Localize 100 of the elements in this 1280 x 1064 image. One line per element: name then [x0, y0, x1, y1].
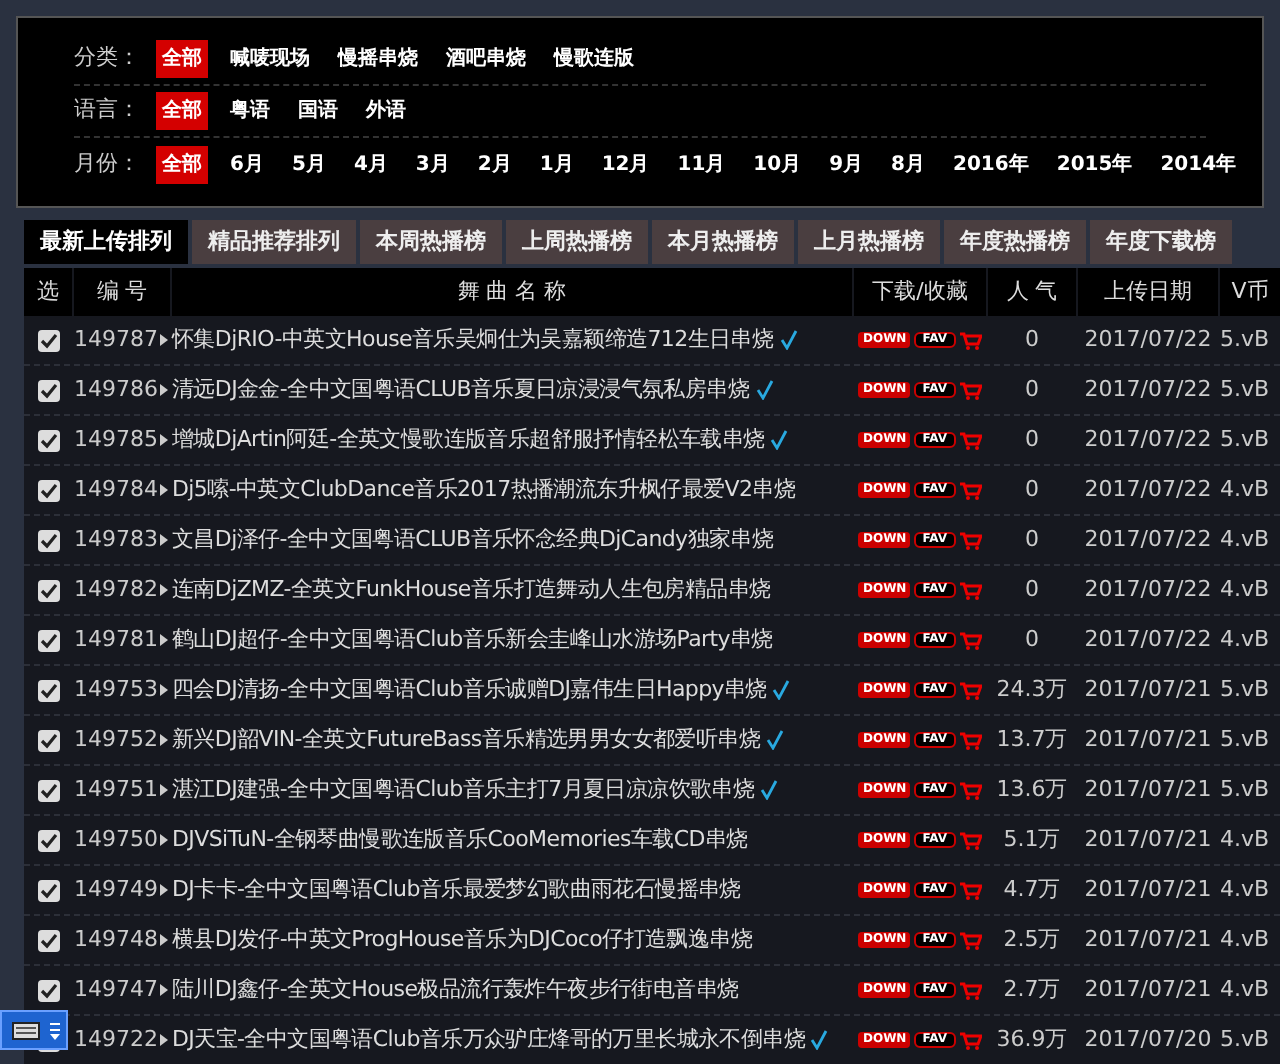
row-checkbox[interactable] [37, 979, 59, 1001]
track-title[interactable]: 新兴DJ韶VIN-全英文FutureBass音乐精选男男女女都爱听串烧 [172, 723, 760, 757]
track-title[interactable]: 怀集DjRIO-中英文House音乐吴炯仕为吴嘉颖缔造712生日串烧 [172, 323, 774, 357]
track-title[interactable]: 鹤山DJ超仔-全中文国粤语Club音乐新会圭峰山水游场Party串烧 [172, 623, 773, 657]
filter-option[interactable]: 2016年 [947, 145, 1035, 183]
track-title[interactable]: 连南DjZMZ-全英文FunkHouse音乐打造舞动人生包房精品串烧 [172, 573, 771, 607]
filter-option[interactable]: 9月 [823, 145, 870, 183]
cart-icon[interactable] [959, 731, 982, 749]
track-title[interactable]: 湛江DJ建强-全中文国粤语Club音乐主打7月夏日凉凉饮歌串烧 [172, 773, 755, 807]
filter-option[interactable]: 外语 [360, 92, 412, 130]
tab[interactable]: 本月热播榜 [652, 220, 794, 264]
check-icon [810, 1030, 829, 1050]
cart-icon[interactable] [959, 781, 982, 799]
row-checkbox[interactable] [37, 479, 59, 501]
cart-icon[interactable] [959, 331, 982, 349]
coin-price: 4.vB [1220, 473, 1272, 506]
track-title[interactable]: 文昌Dj泽仔-全中文国粤语CLUB音乐怀念经典DjCandy独家串烧 [172, 523, 774, 557]
upload-date: 2017/07/22 [1082, 373, 1214, 406]
row-checkbox[interactable] [37, 579, 59, 601]
track-title[interactable]: 横县DJ发仔-中英文ProgHouse音乐为DJCoco仔打造飘逸串烧 [172, 923, 752, 957]
filter-option[interactable]: 2月 [471, 145, 518, 183]
filter-option[interactable]: 全部 [156, 145, 208, 183]
row-checkbox[interactable] [37, 379, 59, 401]
row-checkbox[interactable] [37, 329, 59, 351]
row-checkbox[interactable] [37, 629, 59, 651]
coin-price: 5.vB [1220, 323, 1272, 356]
tab[interactable]: 本周热播榜 [360, 220, 502, 264]
filter-option[interactable]: 5月 [285, 145, 332, 183]
popularity: 0 [1023, 373, 1041, 406]
filter-option[interactable]: 粤语 [224, 92, 276, 130]
arrow-icon [160, 534, 168, 546]
upload-date: 2017/07/22 [1082, 423, 1214, 456]
row-checkbox[interactable] [37, 529, 59, 551]
track-title[interactable]: 四会DJ清扬-全中文国粤语Club音乐诚赠DJ嘉伟生日Happy串烧 [172, 673, 767, 707]
track-title[interactable]: DJ卡卡-全中文国粤语Club音乐最爱梦幻歌曲雨花石慢摇串烧 [172, 873, 741, 907]
filter-option[interactable]: 6月 [224, 145, 270, 183]
row-checkbox[interactable] [37, 679, 59, 701]
upload-date: 2017/07/22 [1082, 573, 1214, 606]
track-title[interactable]: Dj5嗦-中英文ClubDance音乐2017热播潮流东升枫仔最爱V2串烧 [172, 473, 796, 507]
track-title[interactable]: 陆川DJ鑫仔-全英文House极品流行轰炸午夜步行街电音串烧 [172, 973, 739, 1007]
row-checkbox[interactable] [37, 929, 59, 951]
filter-option[interactable]: 11月 [671, 145, 732, 183]
filter-option[interactable]: 8月 [885, 145, 932, 183]
row-checkbox[interactable] [37, 829, 59, 851]
arrow-icon [160, 434, 168, 446]
filter-option[interactable]: 2015年 [1050, 145, 1139, 183]
coin-price: 4.vB [1220, 623, 1272, 656]
cart-icon[interactable] [959, 581, 982, 599]
row-checkbox[interactable] [37, 729, 59, 751]
track-title[interactable]: DJ天宝-全中文国粤语Club音乐万众驴庄烽哥的万里长城永不倒串烧 [172, 1023, 805, 1057]
coin-price: 4.vB [1220, 873, 1272, 906]
arrow-icon [160, 1034, 168, 1046]
tab[interactable]: 最新上传排列 [24, 220, 188, 264]
column-header: 上传日期 [1078, 268, 1218, 316]
popularity: 24.3万 [994, 673, 1070, 706]
filter-option[interactable]: 喊唛现场 [224, 40, 316, 78]
tab[interactable]: 年度下载榜 [1090, 220, 1232, 264]
track-number: 149787 [74, 323, 158, 356]
column-header: 下载/收藏 [854, 268, 986, 316]
cart-icon[interactable] [959, 931, 982, 949]
filter-option[interactable]: 全部 [156, 92, 208, 130]
upload-date: 2017/07/21 [1082, 873, 1214, 906]
track-title[interactable]: 增城DjArtin阿廷-全英文慢歌连版音乐超舒服抒情轻松车载串烧 [172, 423, 765, 457]
cart-icon[interactable] [959, 981, 982, 999]
track-title[interactable]: DJVSiTuN-全钢琴曲慢歌连版音乐CooMemories车载CD串烧 [172, 823, 748, 857]
upload-date: 2017/07/20 [1082, 1023, 1214, 1056]
track-title[interactable]: 清远DJ金金-全中文国粤语CLUB音乐夏日凉浸浸气氛私房串烧 [172, 373, 750, 407]
filter-option[interactable]: 4月 [347, 145, 394, 183]
menu-icon[interactable] [50, 1021, 60, 1039]
row-checkbox[interactable] [37, 879, 59, 901]
cart-icon[interactable] [959, 431, 982, 449]
tab[interactable]: 年度热播榜 [944, 220, 1086, 264]
filter-option[interactable]: 慢歌连版 [548, 40, 640, 78]
cart-icon[interactable] [959, 381, 982, 399]
filter-option[interactable]: 3月 [409, 145, 456, 183]
input-toolbar[interactable] [0, 1010, 68, 1050]
cart-icon[interactable] [959, 681, 982, 699]
filter-option[interactable]: 慢摇串烧 [332, 40, 424, 78]
cart-icon[interactable] [959, 1031, 982, 1049]
check-icon [755, 380, 774, 400]
filter-option[interactable]: 10月 [747, 145, 808, 183]
filter-option[interactable]: 全部 [156, 40, 208, 78]
filter-option[interactable]: 1月 [533, 145, 580, 183]
cart-icon[interactable] [959, 631, 982, 649]
row-checkbox[interactable] [37, 779, 59, 801]
filter-option[interactable]: 国语 [292, 92, 344, 130]
tab[interactable]: 精品推荐排列 [192, 220, 356, 264]
arrow-icon [160, 584, 168, 596]
arrow-icon [160, 484, 168, 496]
tab[interactable]: 上周热播榜 [506, 220, 648, 264]
cart-icon[interactable] [959, 881, 982, 899]
row-checkbox[interactable] [37, 429, 59, 451]
tab[interactable]: 上月热播榜 [798, 220, 940, 264]
track-number: 149749 [74, 873, 158, 906]
cart-icon[interactable] [959, 831, 982, 849]
filter-option[interactable]: 酒吧串烧 [440, 40, 532, 78]
filter-option[interactable]: 12月 [595, 145, 656, 183]
filter-option[interactable]: 2014年 [1154, 145, 1243, 183]
cart-icon[interactable] [959, 531, 982, 549]
cart-icon[interactable] [959, 481, 982, 499]
